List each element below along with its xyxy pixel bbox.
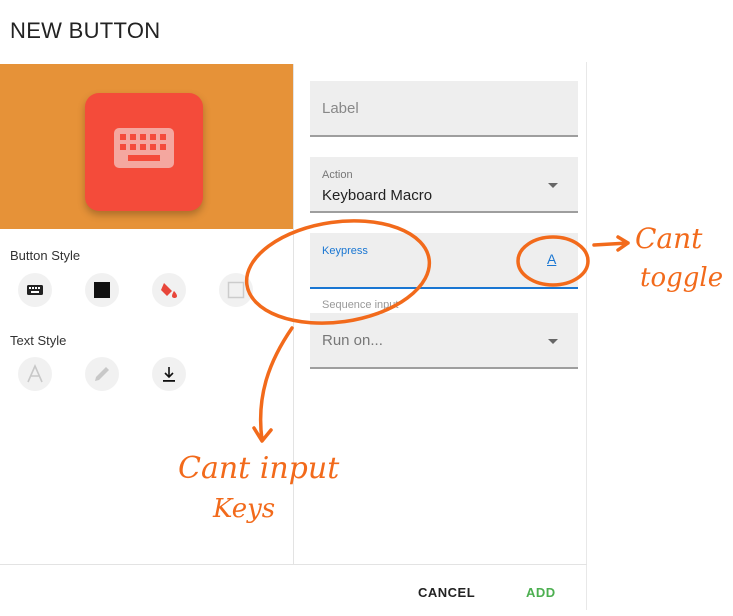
- footer-divider: [0, 564, 587, 565]
- chevron-down-icon: [548, 339, 558, 344]
- style-keyboard-option[interactable]: [18, 273, 52, 307]
- text-style-label: Text Style: [10, 333, 67, 348]
- paint-bucket-icon: [161, 283, 177, 298]
- square-icon: [94, 282, 110, 298]
- text-style-color-option[interactable]: [85, 357, 119, 391]
- dialog-title: NEW BUTTON: [10, 18, 161, 43]
- label-field[interactable]: Label: [310, 81, 578, 137]
- action-select[interactable]: Action Keyboard Macro: [310, 157, 578, 213]
- style-square-option[interactable]: [85, 273, 119, 307]
- annotation-text-input-1: Cant input: [178, 451, 340, 486]
- pencil-icon: [95, 367, 109, 381]
- chevron-down-icon: [548, 183, 558, 188]
- text-a-icon: [27, 364, 43, 383]
- style-outline-option[interactable]: [219, 273, 253, 307]
- annotation-text-toggle-1: Cant: [635, 222, 703, 255]
- run-on-select[interactable]: Run on...: [310, 313, 578, 369]
- annotation-arrow-right: [592, 235, 630, 252]
- keypress-label: Keypress: [322, 245, 368, 257]
- keypress-toggle-button[interactable]: A: [547, 251, 556, 267]
- label-placeholder: Label: [322, 100, 359, 117]
- action-label: Action: [322, 169, 353, 181]
- annotation-arrow-down: [252, 326, 294, 443]
- text-style-font-option[interactable]: [18, 357, 52, 391]
- text-style-position-option[interactable]: [152, 357, 186, 391]
- add-button[interactable]: ADD: [526, 585, 556, 600]
- keyboard-icon: [114, 128, 174, 168]
- button-style-label: Button Style: [10, 248, 81, 263]
- sequence-input-label: Sequence input: [322, 299, 399, 311]
- button-preview-area: [0, 64, 293, 229]
- square-outline-icon: [227, 281, 245, 299]
- run-on-placeholder: Run on...: [322, 332, 383, 349]
- cancel-button[interactable]: CANCEL: [418, 585, 475, 600]
- download-icon: [163, 367, 175, 382]
- panel-divider: [293, 64, 294, 564]
- annotation-text-input-2: Keys: [212, 494, 275, 524]
- preview-button: [85, 93, 203, 211]
- keyboard-icon: [27, 285, 43, 295]
- style-fill-option[interactable]: [152, 273, 186, 307]
- action-value: Keyboard Macro: [322, 187, 433, 204]
- annotation-text-toggle-2: toggle: [640, 263, 723, 293]
- keypress-field[interactable]: Keypress A: [310, 233, 578, 289]
- dialog-edge: [586, 62, 587, 610]
